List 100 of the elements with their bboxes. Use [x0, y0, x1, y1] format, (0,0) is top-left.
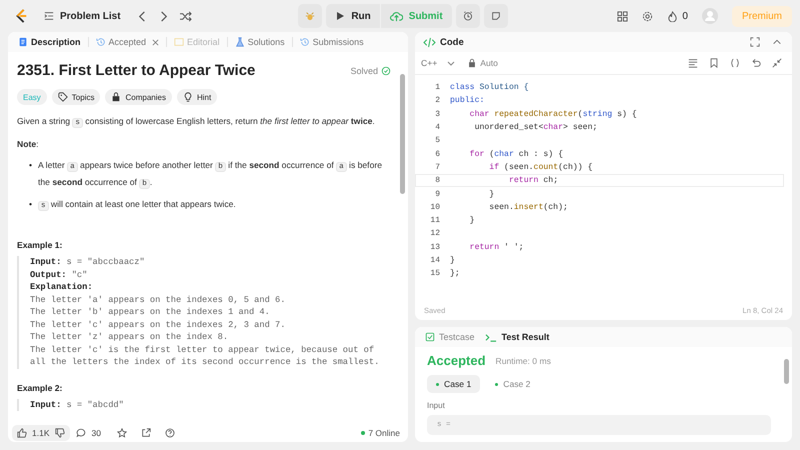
play-icon [335, 11, 346, 21]
code-line: seen.insert(ch); [488, 202, 568, 212]
panel-tab[interactable]: Accepted [94, 37, 162, 47]
case-tab[interactable]: Case 2 [486, 375, 540, 393]
logo-icon[interactable] [14, 8, 28, 24]
line-number: 7 [434, 162, 440, 172]
line-number: 11 [429, 216, 440, 226]
line-number: 6 [434, 150, 440, 159]
example-line: Explanation: [30, 281, 94, 294]
example-heading: Example 1: [17, 240, 64, 250]
code-line: } [488, 190, 494, 199]
like-count: 1.1K [32, 428, 50, 438]
online-count: 7 Online [361, 428, 400, 438]
help-icon[interactable] [164, 428, 175, 438]
code-icon [423, 36, 436, 48]
note-button[interactable] [484, 4, 508, 28]
case-tab[interactable]: Case 1 [427, 375, 480, 393]
undo-icon[interactable] [751, 58, 761, 68]
terminal-icon [484, 332, 498, 342]
example-line: Input: s = "abcdd" [30, 398, 125, 411]
close-icon[interactable] [152, 38, 160, 46]
runtime-text: Runtime: 0 ms [496, 356, 551, 366]
shuffle-icon[interactable] [178, 10, 192, 22]
code-line: } [450, 256, 455, 265]
line-number: 9 [434, 190, 440, 199]
list-icon [44, 11, 54, 21]
comment-icon[interactable] [76, 428, 86, 438]
mode-label: Auto [480, 58, 498, 68]
checkbox-icon [425, 332, 435, 342]
tag-chip[interactable]: Hint [176, 89, 218, 105]
example-line: all the letters the index of its second occurrence is the smallest. [30, 356, 380, 368]
tag-icon [58, 92, 68, 102]
run-button[interactable]: Run [326, 4, 380, 28]
panel-tab[interactable]: Submissions [298, 37, 366, 47]
language-dropdown[interactable]: C++ [421, 58, 456, 68]
comment-count: 30 [92, 428, 101, 438]
example-line: Output: "c" [30, 268, 88, 281]
panel-tab[interactable]: Description [16, 37, 83, 47]
line-number: 8 [434, 176, 440, 186]
tag-chip[interactable]: Companies [105, 89, 172, 105]
example-line: The letter 'a' appears on the indexes 0, 5 and 6. [30, 294, 286, 306]
fullscreen-icon[interactable] [750, 37, 760, 47]
note-icon [490, 11, 501, 21]
code-line: public: [450, 96, 484, 106]
code-line: if (seen.count(ch)) { [488, 162, 593, 172]
line-number: 2 [434, 96, 440, 106]
streak-count: 0 [682, 10, 688, 22]
input-label: Input [427, 401, 446, 410]
solved-status: Solved [350, 66, 391, 76]
thumbs-up-icon[interactable] [17, 428, 27, 438]
line-number: 4 [434, 123, 440, 132]
bullet: • [29, 198, 32, 211]
bookmark-icon[interactable] [709, 58, 719, 68]
line-number: 15 [429, 269, 440, 278]
example-line: The letter 'b' appears on the indexes 1 and 4. [30, 306, 271, 318]
settings-icon[interactable] [642, 10, 654, 22]
share-icon[interactable] [140, 428, 151, 438]
problem-list-button[interactable]: Problem List [38, 10, 127, 22]
code-line: unordered_set<char> seen; [474, 123, 598, 132]
example-line: The letter 'c' appears on the indexes 2, 3 and 7. [30, 318, 286, 331]
verdict-text: Accepted [427, 353, 486, 368]
line-number: 13 [429, 242, 440, 252]
braces-icon[interactable] [730, 58, 740, 68]
problem-title: 2351. First Letter to Appear Twice [17, 62, 256, 79]
line-number: 3 [434, 110, 440, 119]
panel-tab[interactable]: Solutions [232, 37, 287, 47]
example-heading: Example 2: [17, 382, 64, 392]
flask-icon [234, 37, 245, 47]
panel-tab[interactable]: Test Result [484, 332, 550, 342]
code-line: char repeatedCharacter(string s) { [468, 110, 637, 119]
code-line: class Solution { [450, 83, 529, 92]
example-line: The letter 'c' is the first letter to appear twice, because out of [30, 344, 376, 356]
alarm-clock-icon [462, 11, 473, 21]
format-icon[interactable] [688, 58, 698, 68]
check-circle-icon [381, 66, 391, 76]
lock-icon [111, 92, 122, 102]
line-number: 1 [434, 83, 440, 92]
flame-icon[interactable] [667, 10, 678, 22]
lock-icon [467, 58, 478, 68]
grid-icon[interactable] [617, 10, 628, 22]
line-number: 10 [429, 202, 440, 212]
code-line: return ' '; [468, 242, 524, 252]
tag-chip[interactable]: Topics [52, 89, 100, 105]
document-icon [18, 37, 28, 47]
example-line: The letter 'z' appears on the index 8. [30, 331, 230, 344]
code-line: } [468, 216, 475, 226]
panel-tab[interactable]: Testcase [425, 332, 475, 342]
minimize-icon[interactable] [772, 58, 782, 68]
panel-title: Code [440, 36, 464, 48]
history-icon [300, 37, 310, 47]
line-number: 5 [434, 136, 440, 146]
line-number: 14 [429, 256, 440, 265]
thumbs-down-icon[interactable] [54, 428, 64, 438]
timer-button[interactable] [456, 4, 480, 28]
code-line: for (char ch : s) { [468, 150, 564, 159]
bug-icon [305, 11, 316, 21]
history-icon [96, 37, 106, 47]
star-icon[interactable] [116, 428, 127, 438]
example-line: Input: s = "abccbaacz" [30, 256, 146, 268]
code-line: return ch; [508, 176, 558, 186]
